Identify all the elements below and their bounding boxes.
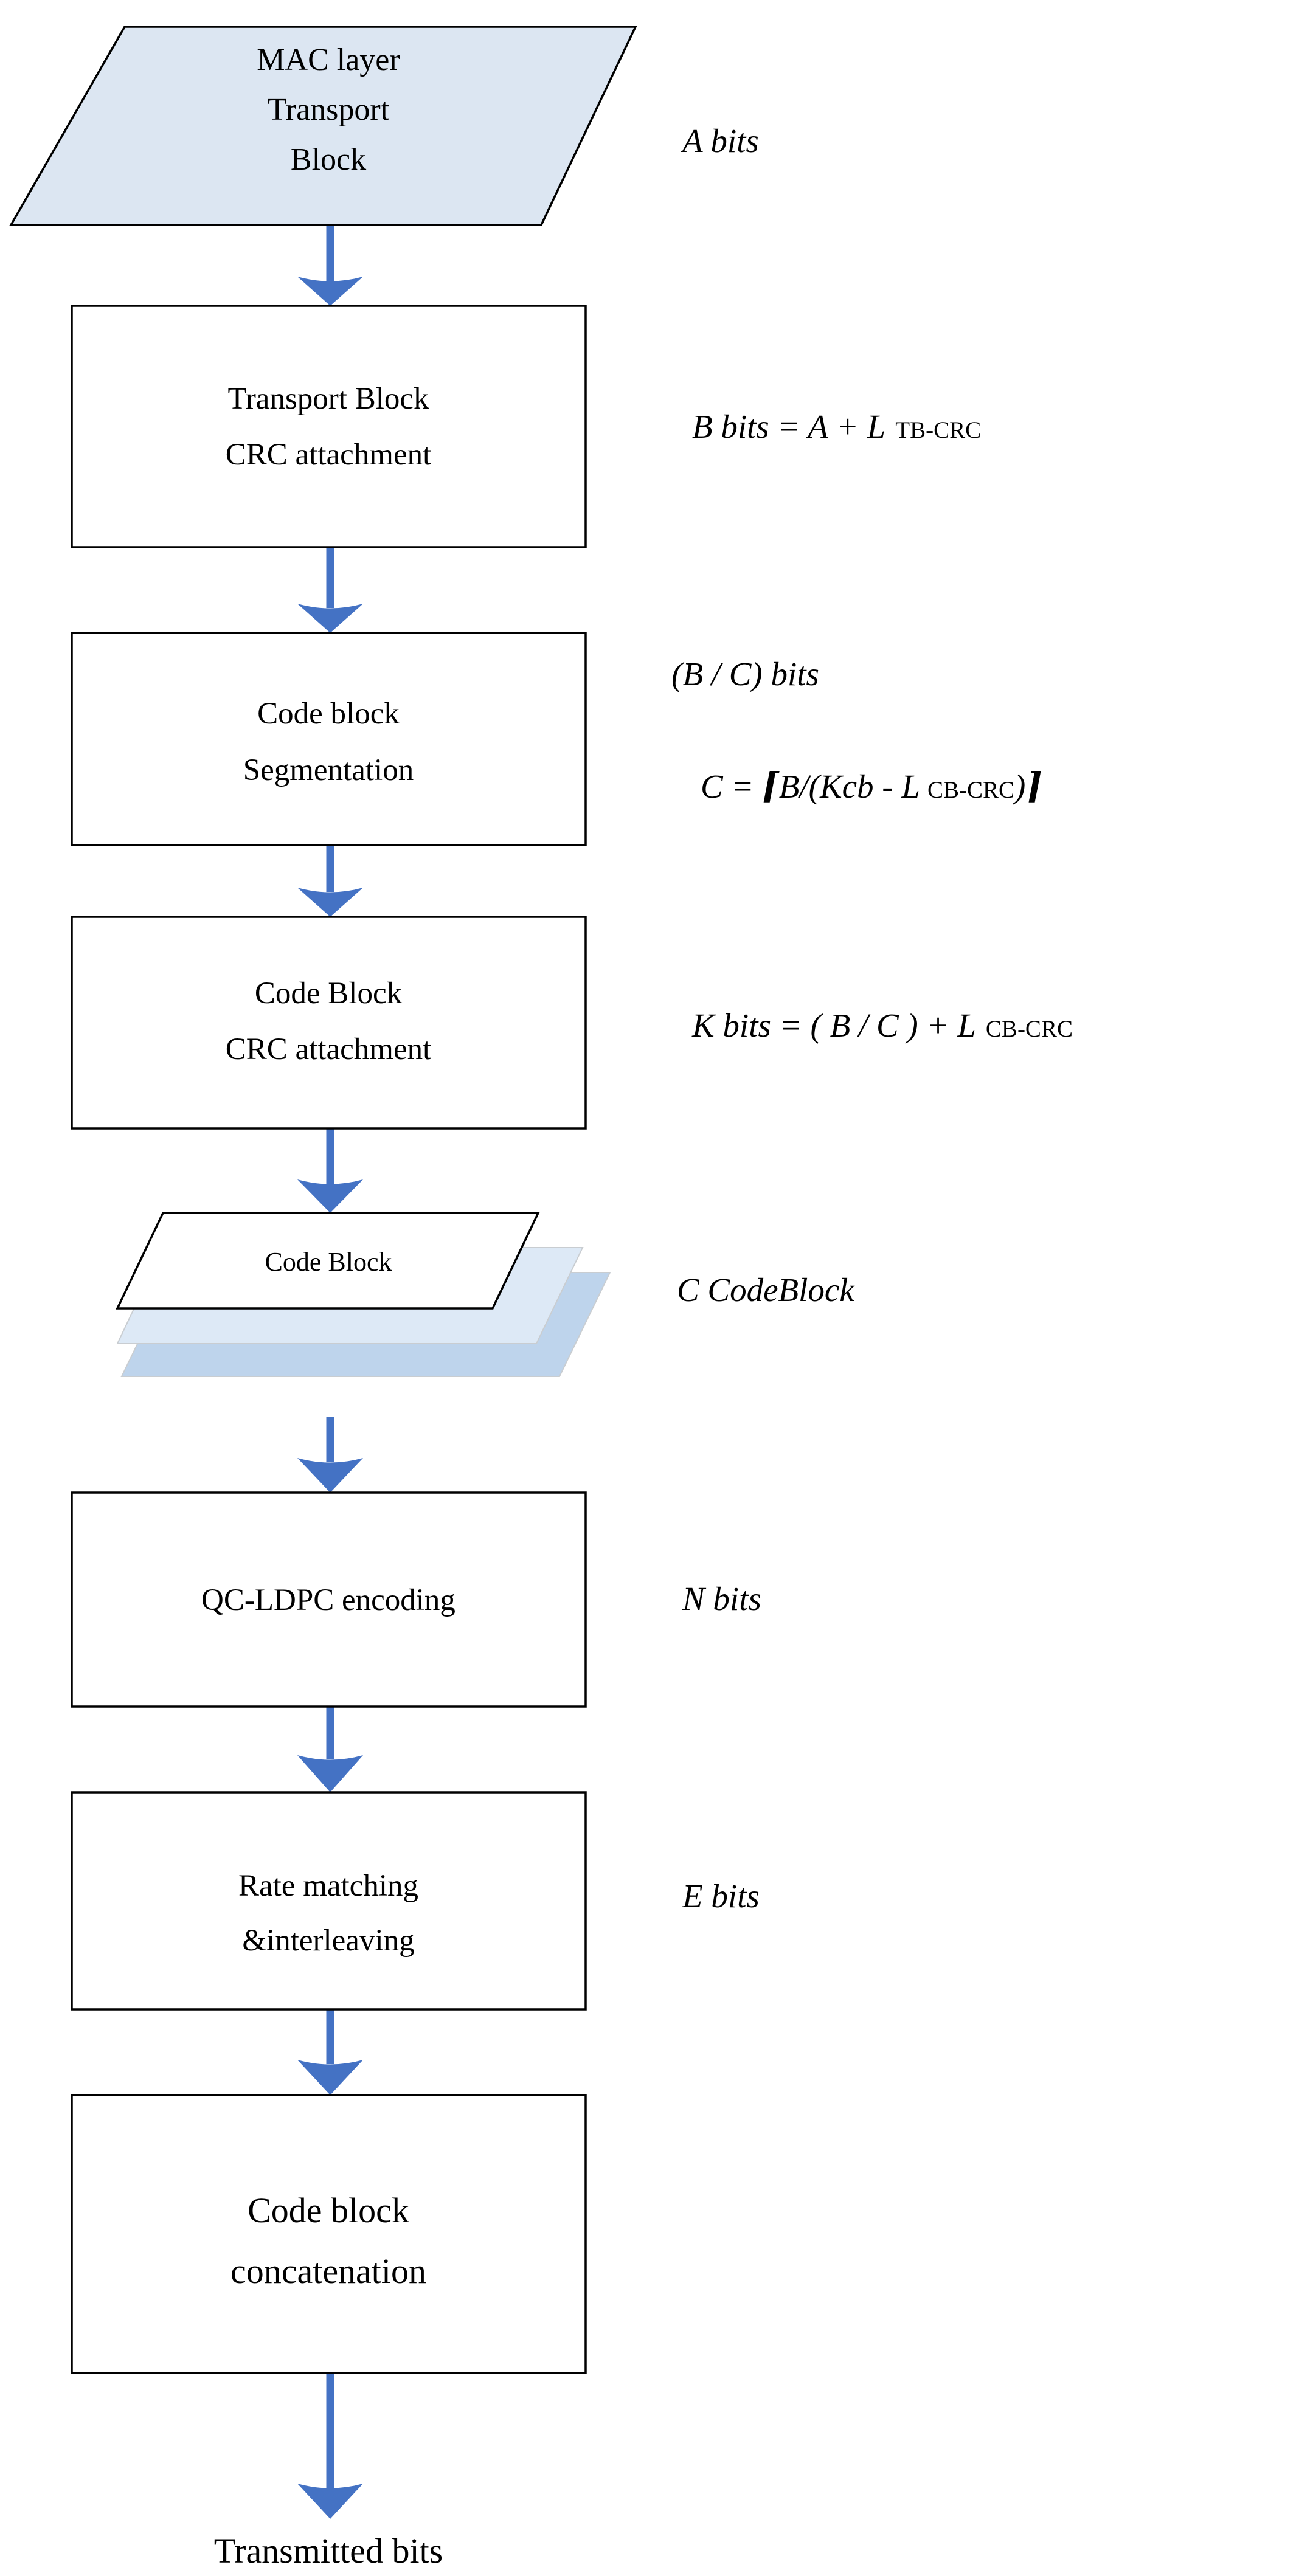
tb-crc-attachment-line2: CRC attachment <box>226 438 432 472</box>
connector-ldpc-to-ratematching <box>297 1707 363 1792</box>
connector-segmentation-to-cbcrc <box>297 845 363 917</box>
code-block-segmentation-line1: Code block <box>257 697 400 731</box>
transmitted-bits-label: Transmitted bits <box>214 2531 443 2571</box>
annotation-n-bits-text: N bits <box>682 1580 761 1617</box>
connector-codeblock-to-ldpc <box>297 1417 363 1493</box>
cb-crc-attachment-line2: CRC attachment <box>226 1032 432 1066</box>
annotation-c-formula-subscript: CB-CRC <box>927 777 1014 803</box>
node-mac-transport-block[interactable]: MAC layer Transport Block <box>9 26 637 226</box>
annotation-c-formula-part2: B/(Kcb - L <box>779 768 920 805</box>
annotation-e-bits-text: E bits <box>682 1877 760 1915</box>
node-code-block-segmentation[interactable]: Code block Segmentation <box>71 632 587 846</box>
mac-transport-block-line2: Transport <box>268 92 390 127</box>
mac-transport-block-line1: MAC layer <box>257 43 400 77</box>
annotation-k-bits-text: K bits = ( B / C ) + L CB-CRC <box>691 1007 1073 1044</box>
annotation-bc-bits-text: (B / C) bits <box>671 655 819 692</box>
annotation-c-formula-text: C = ⌈B/(Kcb - L CB-CRC)⌉ <box>701 766 1042 806</box>
annotation-a-bits: A bits <box>680 122 759 159</box>
node-code-block-concatenation[interactable]: Code block concatenation <box>71 2094 587 2374</box>
node-transmitted-bits: Transmitted bits <box>214 2531 443 2571</box>
connector-mac-to-tbcrc <box>297 226 363 306</box>
node-code-block-stack[interactable]: Code Block <box>116 1212 611 1377</box>
connector-concat-to-transmitted <box>297 2373 363 2519</box>
annotation-bc-bits: (B / C) bits <box>671 655 819 692</box>
annotation-c-formula: C = ⌈B/(Kcb - L CB-CRC)⌉ <box>701 766 1042 806</box>
connector-tbcrc-to-segmentation <box>297 547 363 633</box>
annotation-b-bits-text: B bits = A + L TB-CRC <box>692 408 981 445</box>
code-block-label: Code Block <box>265 1247 392 1277</box>
tb-crc-attachment-line1: Transport Block <box>227 382 429 416</box>
annotation-c-codeblock: C CodeBlock <box>677 1271 855 1308</box>
code-block-concatenation-line1: Code block <box>248 2191 409 2230</box>
annotation-k-bits: K bits = ( B / C ) + L CB-CRC <box>691 1007 1073 1044</box>
rate-matching-line1: Rate matching <box>238 1869 418 1903</box>
rate-matching-line2: &interleaving <box>242 1924 414 1958</box>
flowchart-canvas: MAC layer Transport Block A bits Transpo… <box>9 26 1073 2571</box>
mac-transport-block-line3: Block <box>291 142 366 177</box>
ceiling-open-bracket-icon: ⌈ <box>762 766 780 806</box>
node-rate-matching[interactable]: Rate matching &interleaving <box>71 1791 587 2011</box>
annotation-k-bits-main: K bits = ( B / C ) + L <box>691 1007 976 1044</box>
node-qc-ldpc-encoding[interactable]: QC-LDPC encoding <box>71 1491 587 1708</box>
node-tb-crc-attachment[interactable]: Transport Block CRC attachment <box>71 305 587 548</box>
annotation-k-bits-subscript: CB-CRC <box>986 1016 1073 1042</box>
annotation-e-bits: E bits <box>682 1877 760 1915</box>
qc-ldpc-encoding-label: QC-LDPC encoding <box>201 1583 456 1617</box>
code-block-segmentation-line2: Segmentation <box>243 753 414 787</box>
annotation-c-codeblock-text: C CodeBlock <box>677 1271 855 1308</box>
annotation-n-bits: N bits <box>682 1580 761 1617</box>
cb-crc-attachment-line1: Code Block <box>255 976 403 1010</box>
annotation-c-formula-part3: ) <box>1013 768 1025 805</box>
annotation-a-bits-text: A bits <box>680 122 759 159</box>
node-cb-crc-attachment[interactable]: Code Block CRC attachment <box>71 916 587 1130</box>
ceiling-close-bracket-icon: ⌉ <box>1025 766 1042 806</box>
annotation-b-bits: B bits = A + L TB-CRC <box>692 408 981 445</box>
code-block-concatenation-line2: concatenation <box>230 2251 426 2291</box>
connector-cbcrc-to-codeblock <box>297 1128 363 1213</box>
connector-ratematching-to-concat <box>297 2009 363 2095</box>
flowchart-diagram: MAC layer Transport Block A bits Transpo… <box>0 0 1313 2576</box>
annotation-b-bits-subscript: TB-CRC <box>895 417 981 443</box>
annotation-b-bits-main: B bits = A + L <box>692 408 885 445</box>
annotation-c-formula-part1: C = <box>701 768 762 805</box>
